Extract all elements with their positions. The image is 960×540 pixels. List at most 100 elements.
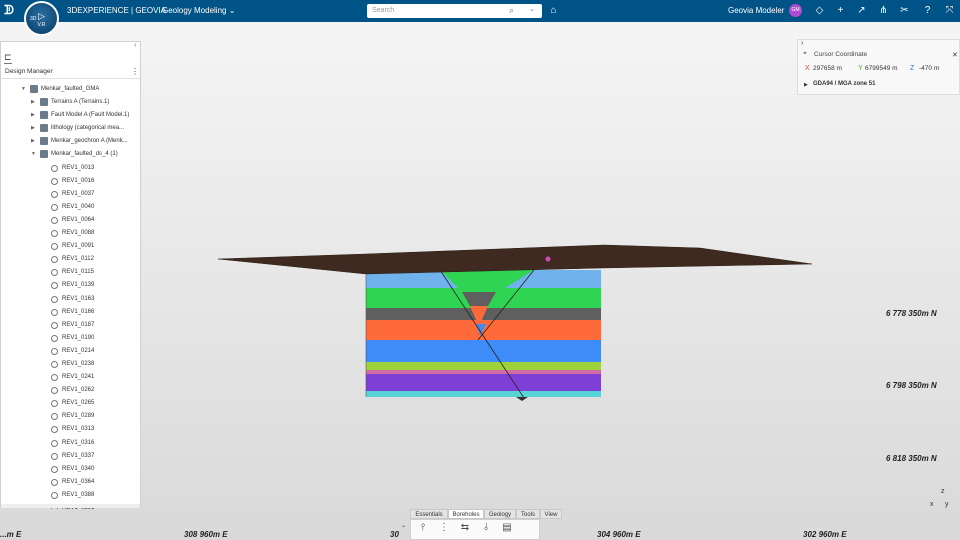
expand-right-icon[interactable]: ▶ [31, 135, 35, 148]
axis-z-label: z [941, 488, 945, 495]
borehole-edit-icon[interactable]: ⫰ [479, 521, 493, 535]
tree-item[interactable]: ▶ lithology (categorical mea... [1, 122, 140, 135]
crs-label[interactable]: GDA94 / MGA zone 51 [813, 81, 875, 87]
network-icon[interactable]: ⋔ [877, 4, 890, 17]
expand-right-icon[interactable]: ▶ [31, 109, 35, 122]
terrain-surface[interactable] [217, 244, 813, 275]
tree-item[interactable]: REV1_0040 [1, 201, 140, 214]
tab-geology[interactable]: Geology [484, 509, 516, 519]
tree-item[interactable]: REV1_0364 [1, 476, 140, 489]
layer-blue [366, 340, 601, 364]
compass-version: V.R [37, 22, 46, 28]
tree-item[interactable]: REV1_0064 [1, 214, 140, 227]
tree-item[interactable]: ▼ Menkar_faulted_ds_4 (1) [1, 148, 140, 161]
tree-item[interactable]: REV1_0139 [1, 279, 140, 292]
tree-item-label: REV1_0337 [62, 452, 95, 459]
scrollbar[interactable] [1, 504, 140, 508]
tree-item-label: Terrains A (Terrains.1) [51, 99, 110, 106]
tree-item[interactable]: REV1_0115 [1, 266, 140, 279]
tools-icon[interactable]: ✂ [898, 4, 911, 17]
close-icon[interactable]: ✕ [952, 51, 958, 59]
geology-block[interactable] [365, 269, 601, 399]
tree-item[interactable]: REV1_0214 [1, 345, 140, 358]
crs-expander-icon[interactable]: ▶ [804, 82, 808, 88]
collapse-panel-icon[interactable]: ‹ [134, 42, 136, 49]
fullscreen-icon[interactable]: ⤧ [943, 4, 956, 17]
borehole-icon [51, 256, 58, 264]
tree-item[interactable]: REV1_0340 [1, 463, 140, 476]
tree-item[interactable]: REV1_0238 [1, 358, 140, 371]
tab-boreholes[interactable]: Boreholes [448, 509, 484, 519]
share-icon[interactable]: ↗ [855, 4, 868, 17]
chevron-right-icon[interactable]: › [801, 40, 803, 47]
tree-item[interactable]: REV1_0313 [1, 423, 140, 436]
user-name[interactable]: Geovia Modeler [728, 6, 784, 15]
app-name-dropdown[interactable]: Geology Modeling ⌄ [162, 6, 235, 15]
layer-grey [366, 308, 601, 322]
tree-view-icon[interactable]: ⊏ [4, 52, 12, 64]
tree-item[interactable]: REV1_0163 [1, 293, 140, 306]
tree-item-label: REV1_0238 [62, 360, 95, 367]
tree-item[interactable]: REV1_0013 [1, 162, 140, 175]
tab-view[interactable]: View [540, 509, 562, 519]
x-label: X [805, 65, 810, 72]
tree-item[interactable]: REV1_0037 [1, 188, 140, 201]
borehole-icon [51, 374, 58, 382]
tree-item[interactable]: REV1_0091 [1, 240, 140, 253]
tree-item[interactable]: ▶ Fault Model A (Fault Model.1) [1, 109, 140, 122]
tree-item-label: REV1_0214 [62, 347, 95, 354]
axis-triad[interactable]: z x y [928, 488, 952, 512]
tree-item[interactable]: REV1_0388 [1, 489, 140, 502]
search-input[interactable]: Search ⌕ ⌄ [367, 4, 542, 18]
expand-right-icon[interactable]: ▶ [31, 122, 35, 135]
compass-widget[interactable]: ▷ 3D V.R [24, 1, 59, 36]
search-icon[interactable]: ⌕ [509, 5, 514, 16]
tree-item[interactable]: REV1_0088 [1, 227, 140, 240]
layer-lime [366, 362, 601, 371]
tree-item[interactable]: REV1_0166 [1, 306, 140, 319]
expand-down-icon[interactable]: ▼ [31, 148, 36, 161]
tab-essentials[interactable]: Essentials [410, 509, 448, 519]
borehole-marker[interactable] [545, 256, 551, 262]
fault-line-left [439, 269, 525, 399]
borehole-compare-icon[interactable]: ⇆ [458, 521, 472, 535]
tree-item[interactable]: REV1_0241 [1, 371, 140, 384]
tree-item-label: REV1_0088 [62, 230, 95, 237]
borehole-tool-icon[interactable]: ⫯ [416, 521, 430, 535]
chevron-down-icon[interactable]: ⌄ [401, 522, 406, 529]
expand-right-icon[interactable]: ▶ [31, 96, 35, 109]
tree-item[interactable]: REV1_0316 [1, 437, 140, 450]
tree-item[interactable]: ▶ Terrains A (Terrains.1) [1, 96, 140, 109]
tree-item-label: REV1_0115 [62, 269, 94, 276]
tree-item[interactable]: REV1_0265 [1, 397, 140, 410]
tree-item[interactable]: REV1_0016 [1, 175, 140, 188]
ds-logo-icon[interactable]: ᗫ [4, 3, 14, 18]
add-icon[interactable]: + [834, 4, 847, 17]
tree-item-label: REV1_0166 [62, 308, 95, 315]
tree-item[interactable]: ▼ Menkar_faulted_GMA [1, 83, 140, 96]
search-options-icon[interactable]: ⌄ [529, 5, 535, 13]
tree-item[interactable]: REV1_0289 [1, 410, 140, 423]
z-label: Z [910, 65, 915, 72]
fault-wedge-blue [476, 324, 486, 336]
tag-icon[interactable]: ⌂ [547, 4, 560, 17]
borehole-icon [51, 439, 58, 447]
tree-item[interactable]: ▶ Menkar_geochron A (Menk... [1, 135, 140, 148]
geochron-icon [40, 137, 48, 146]
borehole-report-icon[interactable]: ▤ [500, 521, 514, 535]
notifications-icon[interactable]: ◇ [813, 4, 826, 17]
tab-tools[interactable]: Tools [516, 509, 540, 519]
action-bar: Essentials Boreholes Geology Tools View … [401, 509, 562, 540]
tree-item[interactable]: REV1_0187 [1, 319, 140, 332]
panel-menu-icon[interactable]: ⋮ [131, 67, 139, 76]
avatar[interactable]: GM [789, 4, 802, 17]
borehole-intervals-icon[interactable]: ⋮ [437, 521, 451, 535]
tree-item[interactable]: REV1_0337 [1, 450, 140, 463]
tree-item[interactable]: REV1_0112 [1, 253, 140, 266]
help-icon[interactable]: ? [921, 4, 934, 17]
tree-item[interactable]: REV1_0190 [1, 332, 140, 345]
tree-item[interactable]: REV1_0262 [1, 384, 140, 397]
tree-item-label: Fault Model A (Fault Model.1) [51, 112, 130, 119]
expand-down-icon[interactable]: ▼ [21, 83, 26, 96]
borehole-icon [51, 465, 58, 473]
